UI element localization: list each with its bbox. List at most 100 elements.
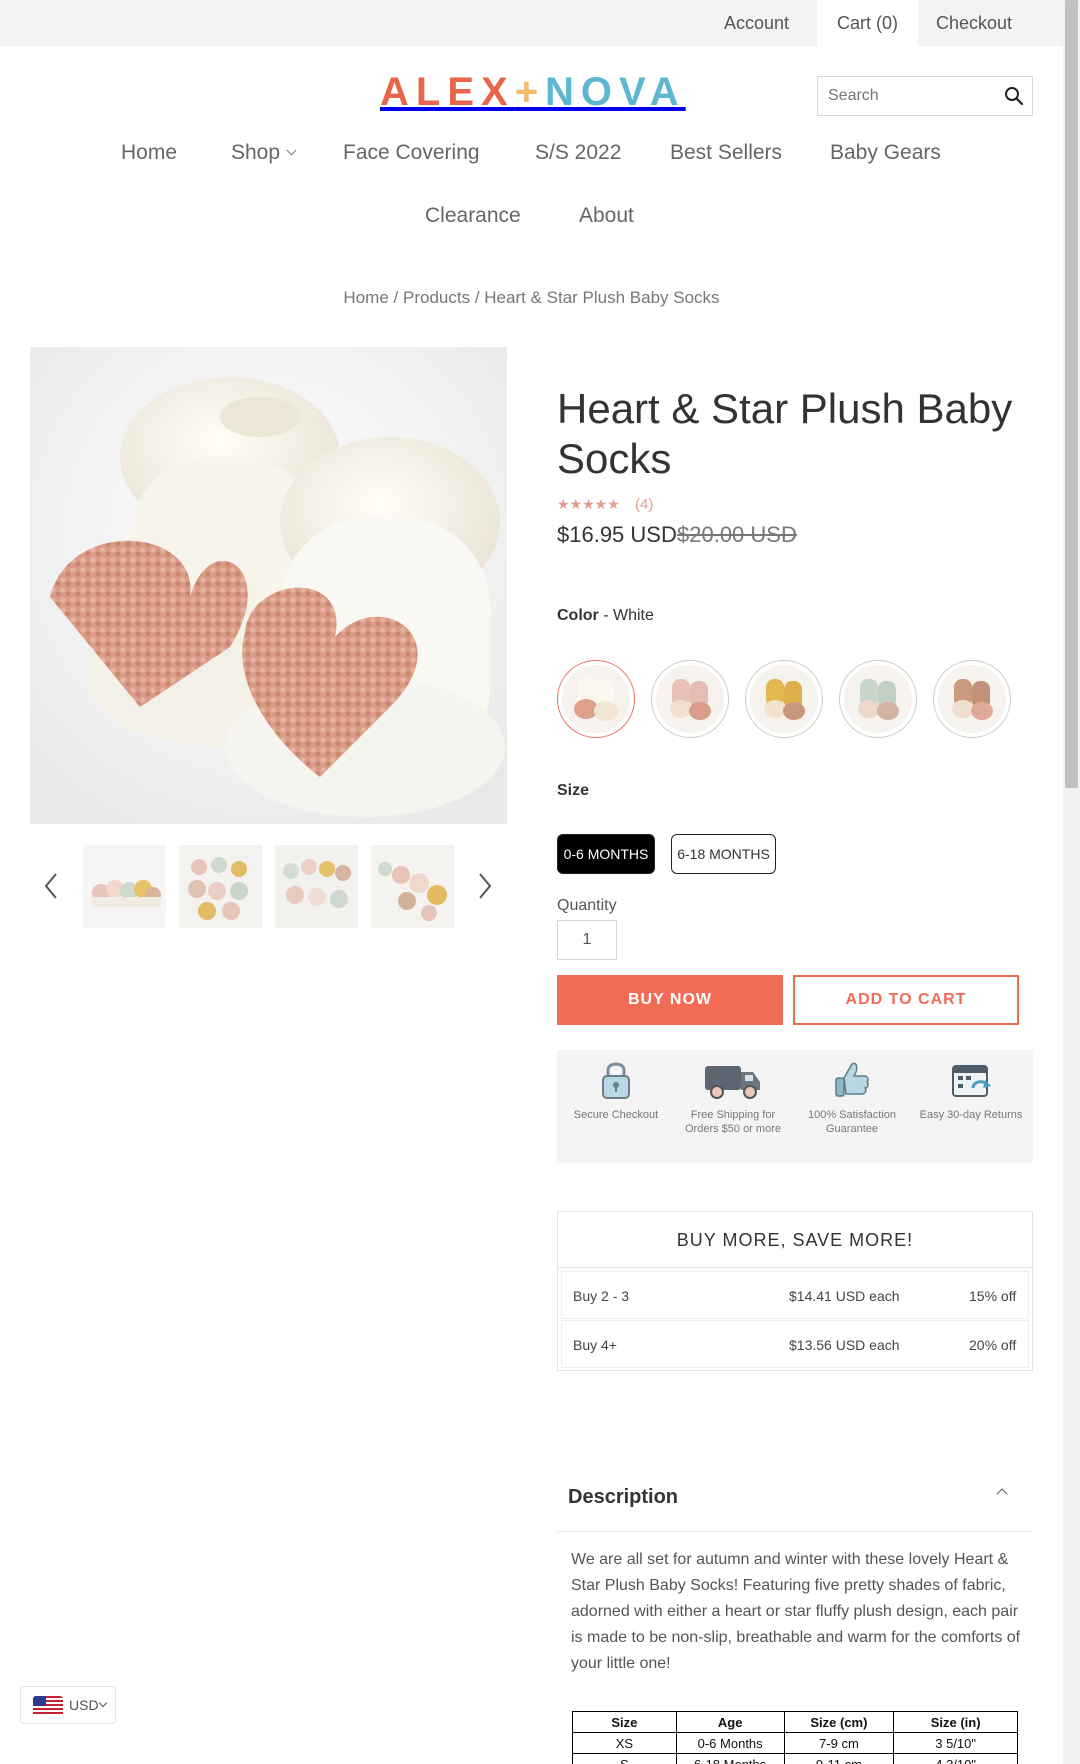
chevron-left-icon[interactable] xyxy=(40,870,64,902)
volume-discount-title: BUY MORE, SAVE MORE! xyxy=(558,1212,1032,1268)
trust-secure-checkout: Secure Checkout xyxy=(561,1058,671,1122)
color-swatch-pink[interactable] xyxy=(651,660,729,738)
size-chart-cell: S xyxy=(572,1753,677,1764)
tier-price: $14.41 USD each xyxy=(789,1288,900,1304)
nav-baby-gears[interactable]: Baby Gears xyxy=(830,138,941,168)
utility-bar: Account Cart (0) Checkout xyxy=(0,0,1063,46)
calendar-return-icon xyxy=(952,1065,991,1097)
search-icon[interactable] xyxy=(1004,86,1024,106)
size-label: Size xyxy=(557,782,590,799)
main-product-image[interactable] xyxy=(30,347,507,824)
nav-shop-label: Shop xyxy=(231,141,281,164)
cart-link[interactable]: Cart (0) xyxy=(817,0,919,46)
search-input[interactable] xyxy=(818,77,998,115)
color-swatch-white[interactable] xyxy=(557,660,635,738)
size-chart-cell: 4 3/10" xyxy=(893,1753,1018,1764)
us-flag-icon xyxy=(33,1696,63,1716)
tier-price: $13.56 USD each xyxy=(789,1337,900,1353)
swatch-photo xyxy=(656,665,724,733)
thumbnail-photo xyxy=(371,845,454,928)
product-thumbnail[interactable] xyxy=(83,845,166,928)
trust-satisfaction-label: 100% Satisfaction Guarantee xyxy=(807,1109,897,1135)
quantity-input[interactable] xyxy=(557,920,617,960)
thumbnail-photo xyxy=(275,845,358,928)
add-to-cart-button[interactable]: ADD TO CART xyxy=(793,975,1019,1025)
color-swatch-green[interactable] xyxy=(839,660,917,738)
product-thumbnail[interactable] xyxy=(275,845,358,928)
nav-best-sellers[interactable]: Best Sellers xyxy=(670,138,782,168)
breadcrumb: Home / Products / Heart & Star Plush Bab… xyxy=(0,288,1063,308)
thumbnail-photo xyxy=(179,845,262,928)
nav-shop[interactable]: Shop xyxy=(231,138,297,168)
tier-discount: 15% off xyxy=(969,1288,1017,1304)
product-title: Heart & Star Plush Baby Socks xyxy=(557,385,1013,482)
table-row: XS 0-6 Months 7-9 cm 3 5/10" xyxy=(572,1732,1018,1754)
nav-ss-2022[interactable]: S/S 2022 xyxy=(535,138,621,168)
search-box xyxy=(817,76,1033,116)
trust-shipping-label: Free Shipping for Orders $50 or more xyxy=(685,1109,781,1135)
table-row: S 6-18 Months 9-11 cm 4 3/10" xyxy=(572,1753,1018,1764)
chevron-down-icon xyxy=(98,1698,108,1708)
swatch-photo xyxy=(938,665,1006,733)
breadcrumb-home[interactable]: Home xyxy=(343,288,388,307)
chevron-down-icon xyxy=(286,145,297,156)
product-thumbnail[interactable] xyxy=(179,845,262,928)
tier-quantity: Buy 4+ xyxy=(573,1337,617,1353)
tier-discount: 20% off xyxy=(969,1337,1017,1353)
page-scrollbar-thumb[interactable] xyxy=(1065,0,1078,788)
breadcrumb-products[interactable]: Products xyxy=(403,288,470,307)
logo-text-nova: NOVA xyxy=(545,70,686,114)
trust-returns-label: Easy 30-day Returns xyxy=(919,1109,1023,1121)
trust-returns: Easy 30-day Returns xyxy=(916,1058,1026,1122)
breadcrumb-current: Heart & Star Plush Baby Socks xyxy=(484,288,720,307)
size-chart-cell: XS xyxy=(572,1732,677,1754)
review-count[interactable]: (4) xyxy=(635,496,653,513)
size-option-6-18-months[interactable]: 6-18 MONTHS xyxy=(671,834,776,874)
logo-text-alex: ALEX xyxy=(380,70,515,114)
nav-home[interactable]: Home xyxy=(121,138,177,168)
currency-selector[interactable]: USD xyxy=(20,1686,116,1724)
swatch-photo xyxy=(750,665,818,733)
thumbnail-photo xyxy=(83,845,166,928)
size-chart-cell: 9-11 cm xyxy=(783,1753,895,1764)
buy-now-button[interactable]: BUY NOW xyxy=(557,975,783,1025)
color-swatch-brown[interactable] xyxy=(933,660,1011,738)
account-link[interactable]: Account xyxy=(724,0,789,46)
nav-clearance[interactable]: Clearance xyxy=(425,201,521,231)
trust-secure-label: Secure Checkout xyxy=(573,1109,659,1121)
color-separator: - xyxy=(598,607,613,624)
size-chart-header: Age xyxy=(675,1711,785,1733)
size-chart-cell: 3 5/10" xyxy=(893,1732,1018,1754)
nav-face-covering[interactable]: Face Covering xyxy=(343,138,480,168)
trust-free-shipping: Free Shipping for Orders $50 or more xyxy=(678,1058,788,1136)
trust-satisfaction: 100% Satisfaction Guarantee xyxy=(797,1058,907,1136)
swatch-photo xyxy=(844,665,912,733)
color-value: White xyxy=(613,607,654,624)
product-thumbnail[interactable] xyxy=(371,845,454,928)
truck-icon xyxy=(705,1066,760,1099)
quantity-label: Quantity xyxy=(557,897,617,914)
nav-about[interactable]: About xyxy=(579,201,634,231)
description-title: Description xyxy=(568,1486,679,1508)
size-chart-cell: 0-6 Months xyxy=(675,1732,785,1754)
size-option-label: Size xyxy=(557,782,589,800)
rating-stars[interactable]: ★★★★★ xyxy=(557,496,620,513)
table-row: Buy 4+ $13.56 USD each 20% off xyxy=(561,1320,1029,1368)
size-option-0-6-months[interactable]: 0-6 MONTHS xyxy=(557,834,655,874)
product-price: $16.95 USD xyxy=(557,522,677,547)
description-toggle[interactable]: Description xyxy=(557,1470,1033,1532)
color-swatch-yellow[interactable] xyxy=(745,660,823,738)
volume-discount-table: BUY MORE, SAVE MORE! Buy 2 - 3 $14.41 US… xyxy=(557,1211,1033,1371)
size-chart-cell: 7-9 cm xyxy=(783,1732,895,1754)
color-label: Color xyxy=(557,607,599,624)
color-option-label: Color - White xyxy=(557,607,654,625)
chevron-up-icon xyxy=(996,1488,1008,1500)
size-chart-header: Size xyxy=(572,1711,677,1733)
site-logo[interactable]: ALEX+NOVA xyxy=(380,68,686,116)
chevron-right-icon[interactable] xyxy=(472,870,496,902)
logo-plus: + xyxy=(514,70,546,114)
product-photo-socks xyxy=(30,347,507,824)
checkout-link[interactable]: Checkout xyxy=(936,0,1012,46)
breadcrumb-separator: / xyxy=(474,288,480,307)
size-chart-header: Size (in) xyxy=(893,1711,1018,1733)
